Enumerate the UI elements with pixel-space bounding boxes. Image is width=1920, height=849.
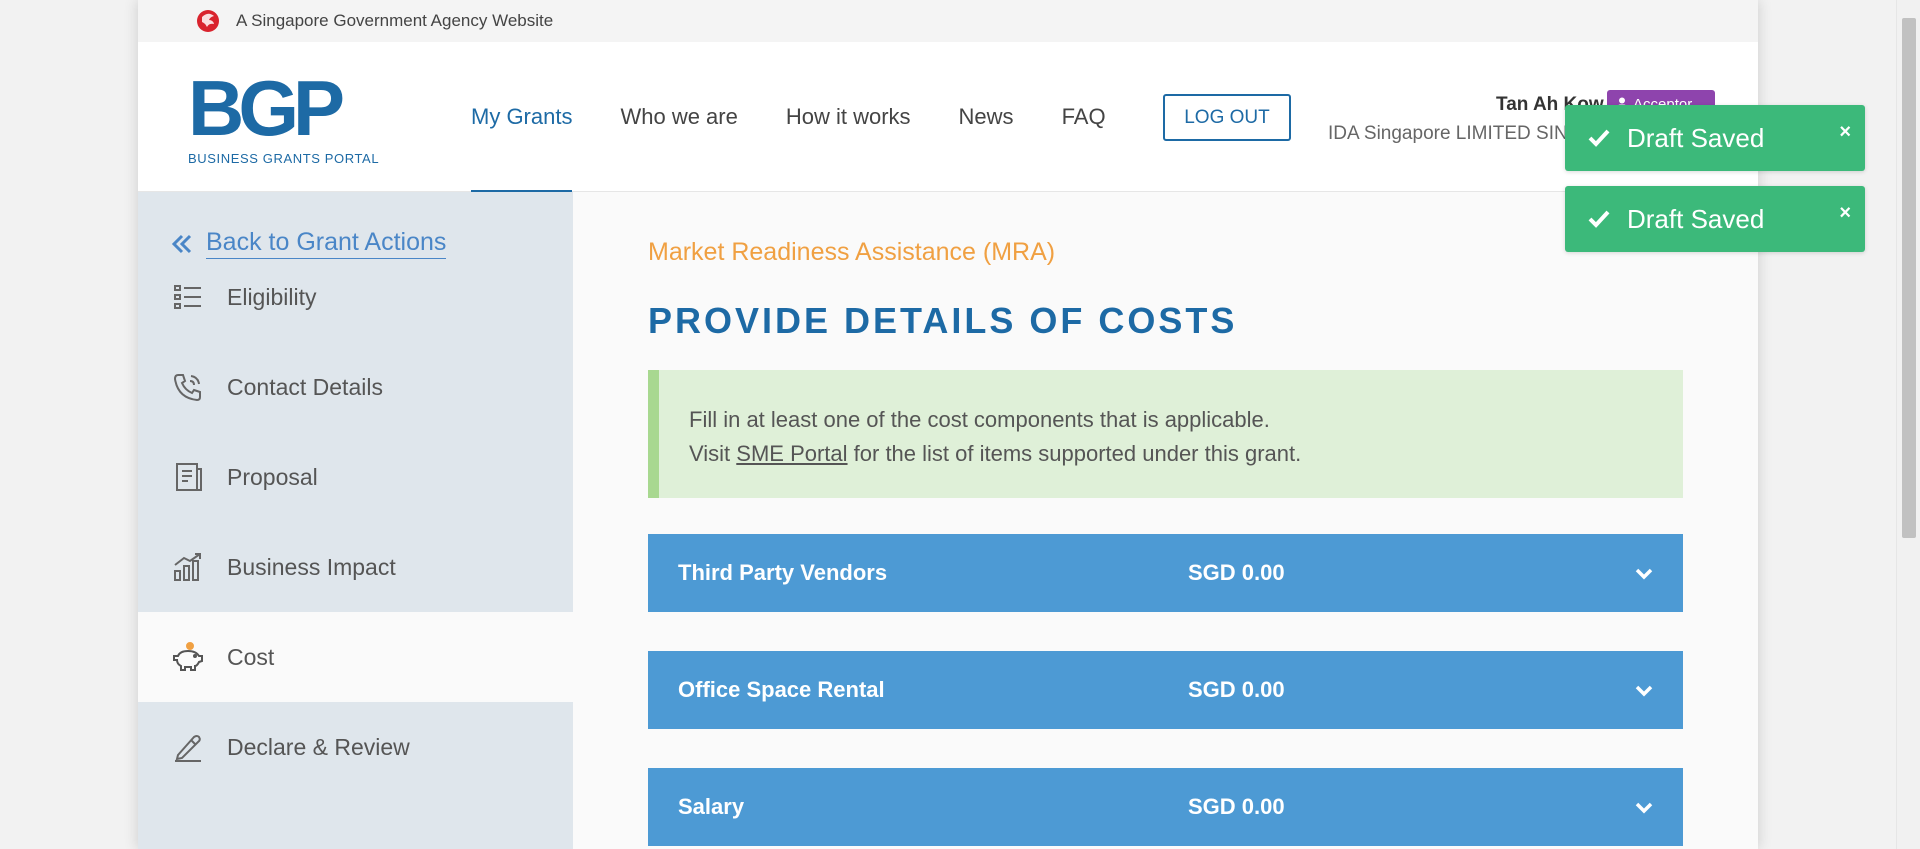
cost-section-salary[interactable]: Salary SGD 0.00 — [648, 768, 1683, 846]
nav-faq[interactable]: FAQ — [1062, 42, 1106, 192]
sidebar-item-declare-review[interactable]: Declare & Review — [138, 702, 573, 792]
page-scrollbar[interactable] — [1896, 0, 1920, 849]
notice-line-1: Fill in at least one of the cost compone… — [689, 407, 1270, 432]
main-nav: My Grants Who we are How it works News F… — [471, 42, 1154, 193]
grant-name: Market Readiness Assistance (MRA) — [648, 238, 1056, 266]
sidebar-item-label: Eligibility — [227, 283, 317, 310]
page-container: A Singapore Government Agency Website BG… — [138, 0, 1758, 849]
cost-section-office-space-rental[interactable]: Office Space Rental SGD 0.00 — [648, 651, 1683, 729]
cost-section-label: Salary — [678, 794, 745, 819]
piggy-bank-icon — [173, 642, 203, 671]
logo-mark: BGP — [188, 64, 345, 152]
notice-prefix: Visit — [689, 441, 737, 466]
cost-section-amount: SGD 0.00 — [1188, 794, 1285, 819]
pen-icon — [175, 735, 201, 762]
chevron-down-icon — [1635, 802, 1653, 814]
chart-icon — [174, 553, 201, 581]
page-title: PROVIDE DETAILS OF COSTS — [648, 300, 1238, 341]
notice-line-2: Visit SME Portal for the list of items s… — [689, 437, 1683, 471]
sme-portal-link[interactable]: SME Portal — [736, 441, 847, 466]
toast-message: Draft Saved — [1627, 203, 1765, 234]
close-icon[interactable]: × — [1839, 202, 1851, 225]
sidebar-item-label: Cost — [227, 643, 275, 670]
sidebar-item-eligibility[interactable]: Eligibility — [138, 252, 573, 342]
close-icon[interactable]: × — [1839, 121, 1851, 144]
cost-section-third-party-vendors[interactable]: Third Party Vendors SGD 0.00 — [648, 534, 1683, 612]
nav-my-grants[interactable]: My Grants — [471, 42, 573, 193]
scrollbar-thumb[interactable] — [1902, 18, 1916, 538]
cost-section-amount: SGD 0.00 — [1188, 677, 1285, 702]
site-header: BGP BUSINESS GRANTS PORTAL My Grants Who… — [138, 42, 1758, 193]
gov-masthead-text: A Singapore Government Agency Website — [236, 11, 554, 30]
document-icon — [176, 463, 202, 491]
phone-icon — [173, 374, 201, 402]
chevron-down-icon — [1635, 568, 1653, 580]
cost-section-label: Office Space Rental — [678, 677, 885, 702]
sidebar-item-cost[interactable]: Cost — [138, 612, 573, 702]
chevron-down-icon — [1635, 685, 1653, 697]
toast-message: Draft Saved — [1627, 122, 1765, 153]
sidebar-item-label: Contact Details — [227, 373, 383, 400]
nav-how-it-works[interactable]: How it works — [786, 42, 911, 192]
list-icon — [174, 285, 201, 309]
sidebar-item-contact-details[interactable]: Contact Details — [138, 342, 573, 432]
check-icon — [1588, 129, 1610, 147]
sidebar-item-business-impact[interactable]: Business Impact — [138, 522, 573, 612]
sidebar-item-label: Declare & Review — [227, 733, 410, 760]
bgp-logo[interactable]: BGP BUSINESS GRANTS PORTAL — [188, 64, 380, 166]
sidebar-item-label: Business Impact — [227, 553, 396, 580]
notice-suffix: for the list of items supported under th… — [847, 441, 1302, 466]
toast-draft-saved: Draft Saved × — [1565, 105, 1865, 171]
logo-subtitle: BUSINESS GRANTS PORTAL — [188, 151, 380, 166]
cost-section-label: Third Party Vendors — [678, 560, 888, 585]
info-notice: Fill in at least one of the cost compone… — [648, 370, 1683, 498]
toast-draft-saved: Draft Saved × — [1565, 186, 1865, 252]
logout-button[interactable]: LOG OUT — [1163, 94, 1291, 141]
sidebar-item-proposal[interactable]: Proposal — [138, 432, 573, 522]
sidebar-item-label: Proposal — [227, 463, 318, 490]
nav-news[interactable]: News — [959, 42, 1014, 192]
cost-section-amount: SGD 0.00 — [1188, 560, 1285, 585]
singapore-lion-icon — [197, 10, 219, 32]
check-icon — [1588, 210, 1610, 228]
gov-masthead: A Singapore Government Agency Website — [138, 0, 1758, 42]
nav-who-we-are[interactable]: Who we are — [620, 42, 737, 192]
sidebar: Back to Grant Actions Eligibility Contac… — [138, 192, 573, 849]
